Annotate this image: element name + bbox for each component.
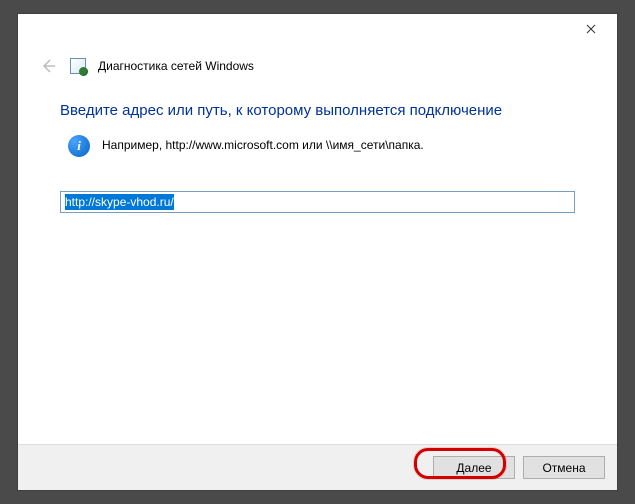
cancel-button[interactable]: Отмена [523, 456, 605, 479]
wizard-title: Диагностика сетей Windows [98, 59, 254, 73]
page-heading: Введите адрес или путь, к которому выпол… [60, 102, 575, 119]
footer-bar: Далее Отмена [18, 444, 617, 490]
back-arrow-icon [40, 58, 56, 74]
hint-text: Например, http://www.microsoft.com или \… [102, 135, 424, 152]
address-input[interactable]: http://skype-vhod.ru/ [60, 191, 575, 213]
titlebar [18, 14, 617, 44]
address-input-value: http://skype-vhod.ru/ [65, 194, 174, 210]
info-icon: i [68, 135, 90, 157]
back-button[interactable] [38, 56, 58, 76]
hint-row: i Например, http://www.microsoft.com или… [60, 135, 575, 157]
next-button[interactable]: Далее [433, 456, 515, 479]
wizard-header: Диагностика сетей Windows [18, 44, 617, 84]
content-area: Введите адрес или путь, к которому выпол… [18, 84, 617, 213]
close-icon [586, 24, 596, 34]
dialog-window: Диагностика сетей Windows Введите адрес … [18, 14, 617, 490]
diagnostics-app-icon [70, 58, 86, 74]
close-button[interactable] [571, 15, 611, 43]
